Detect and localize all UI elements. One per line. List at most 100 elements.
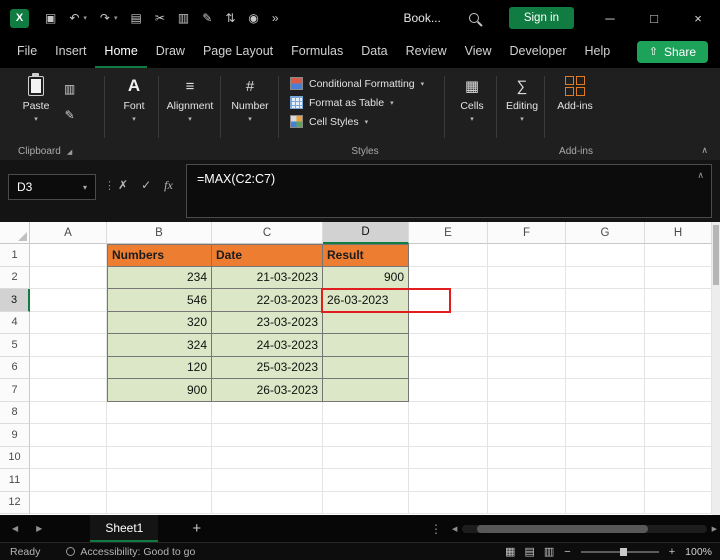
cell-H8[interactable] — [645, 402, 712, 425]
undo-icon[interactable]: ↶ — [69, 11, 79, 25]
menu-tab-page-layout[interactable]: Page Layout — [194, 36, 282, 68]
vertical-scrollbar[interactable] — [712, 222, 720, 515]
cell-C1[interactable]: Date — [212, 244, 323, 267]
menu-tab-developer[interactable]: Developer — [501, 36, 576, 68]
share-button[interactable]: ⇧ Share — [637, 41, 708, 63]
copy-icon[interactable]: ▥ — [178, 11, 189, 25]
sort-icon[interactable]: ⇅ — [225, 11, 235, 25]
cell-A10[interactable] — [30, 447, 107, 470]
cell-G4[interactable] — [566, 312, 645, 335]
cell-G9[interactable] — [566, 424, 645, 447]
zoom-slider-thumb[interactable] — [620, 548, 627, 556]
cell-A7[interactable] — [30, 379, 107, 402]
cell-F5[interactable] — [488, 334, 566, 357]
cell-A4[interactable] — [30, 312, 107, 335]
row-header-5[interactable]: 5 — [0, 334, 30, 357]
cell-D1[interactable]: Result — [323, 244, 409, 267]
column-header-d[interactable]: D — [323, 222, 409, 244]
copy-icon[interactable]: ▥ — [64, 82, 75, 96]
cancel-button[interactable]: ✗ — [118, 178, 128, 193]
row-header-11[interactable]: 11 — [0, 469, 30, 492]
cell-A9[interactable] — [30, 424, 107, 447]
cell-H10[interactable] — [645, 447, 712, 470]
cell-C9[interactable] — [212, 424, 323, 447]
cell-E5[interactable] — [409, 334, 488, 357]
sheet-tab-sheet1[interactable]: Sheet1 — [90, 515, 158, 542]
cell-D5[interactable] — [323, 334, 409, 357]
cell-G1[interactable] — [566, 244, 645, 267]
zoom-out-button[interactable]: − — [564, 546, 570, 558]
cell-G12[interactable] — [566, 492, 645, 515]
normal-view-icon[interactable]: ▦ — [505, 545, 515, 558]
accessibility-status[interactable]: Accessibility: Good to go — [66, 546, 195, 558]
row-header-12[interactable]: 12 — [0, 492, 30, 515]
cell-C2[interactable]: 21-03-2023 — [212, 267, 323, 290]
zoom-level[interactable]: 100% — [685, 546, 712, 558]
cell-G5[interactable] — [566, 334, 645, 357]
cell-B5[interactable]: 324 — [107, 334, 212, 357]
clipboard-dialog-launcher-icon[interactable]: ◢ — [67, 148, 72, 156]
cell-A12[interactable] — [30, 492, 107, 515]
cell-D7[interactable] — [323, 379, 409, 402]
cell-A6[interactable] — [30, 357, 107, 380]
cell-A5[interactable] — [30, 334, 107, 357]
scroll-left-icon[interactable]: ◀ — [452, 525, 457, 533]
cell-C10[interactable] — [212, 447, 323, 470]
menu-tab-home[interactable]: Home — [95, 36, 146, 68]
cell-A2[interactable] — [30, 267, 107, 290]
zoom-in-button[interactable]: + — [669, 546, 675, 558]
cell-D10[interactable] — [323, 447, 409, 470]
vertical-scrollbar-thumb[interactable] — [713, 225, 719, 285]
format-as-table-button[interactable]: Format as Table▾ — [290, 96, 424, 109]
cell-F1[interactable] — [488, 244, 566, 267]
cell-C4[interactable]: 23-03-2023 — [212, 312, 323, 335]
cell-H9[interactable] — [645, 424, 712, 447]
sheet-nav-right-icon[interactable]: ▶ — [36, 524, 42, 533]
page-layout-view-icon[interactable]: ▤ — [524, 545, 534, 558]
format-painter-icon[interactable]: ✎ — [65, 108, 75, 122]
cell-C6[interactable]: 25-03-2023 — [212, 357, 323, 380]
cell-H3[interactable] — [645, 289, 712, 312]
menu-tab-data[interactable]: Data — [352, 36, 396, 68]
clipboard-icon[interactable]: ▤ — [131, 11, 142, 25]
row-header-8[interactable]: 8 — [0, 402, 30, 425]
select-all-corner[interactable] — [0, 222, 30, 244]
menu-tab-insert[interactable]: Insert — [46, 36, 95, 68]
cells-group-button[interactable]: ▦ Cells ▾ — [450, 75, 494, 123]
redo-dropdown-icon[interactable]: ▾ — [114, 14, 118, 22]
enter-button[interactable]: ✓ — [141, 178, 151, 193]
column-header-g[interactable]: G — [566, 222, 645, 244]
column-header-c[interactable]: C — [212, 222, 323, 244]
cell-F7[interactable] — [488, 379, 566, 402]
horizontal-scrollbar-thumb[interactable] — [477, 525, 648, 533]
close-button[interactable]: × — [676, 0, 720, 36]
cell-F10[interactable] — [488, 447, 566, 470]
cell-H7[interactable] — [645, 379, 712, 402]
cell-E12[interactable] — [409, 492, 488, 515]
scroll-right-icon[interactable]: ▶ — [712, 525, 717, 533]
name-box[interactable]: D3 ▾ — [8, 174, 96, 200]
cell-F12[interactable] — [488, 492, 566, 515]
cell-G11[interactable] — [566, 469, 645, 492]
save-icon[interactable]: ▣ — [45, 11, 56, 25]
add-ins-button[interactable]: Add-ins — [550, 75, 600, 112]
cell-H6[interactable] — [645, 357, 712, 380]
cell-H2[interactable] — [645, 267, 712, 290]
cell-A1[interactable] — [30, 244, 107, 267]
cell-H11[interactable] — [645, 469, 712, 492]
cell-F4[interactable] — [488, 312, 566, 335]
insert-function-button[interactable]: fx — [164, 178, 173, 193]
row-header-6[interactable]: 6 — [0, 357, 30, 380]
column-header-b[interactable]: B — [107, 222, 212, 244]
search-icon[interactable] — [469, 13, 479, 23]
column-header-a[interactable]: A — [30, 222, 107, 244]
cell-E1[interactable] — [409, 244, 488, 267]
cell-F2[interactable] — [488, 267, 566, 290]
cell-B7[interactable]: 900 — [107, 379, 212, 402]
editing-group-button[interactable]: ∑ Editing ▾ — [500, 75, 544, 123]
cell-G7[interactable] — [566, 379, 645, 402]
column-header-f[interactable]: F — [488, 222, 566, 244]
sign-in-button[interactable]: Sign in — [509, 7, 574, 29]
cell-D9[interactable] — [323, 424, 409, 447]
cell-F11[interactable] — [488, 469, 566, 492]
